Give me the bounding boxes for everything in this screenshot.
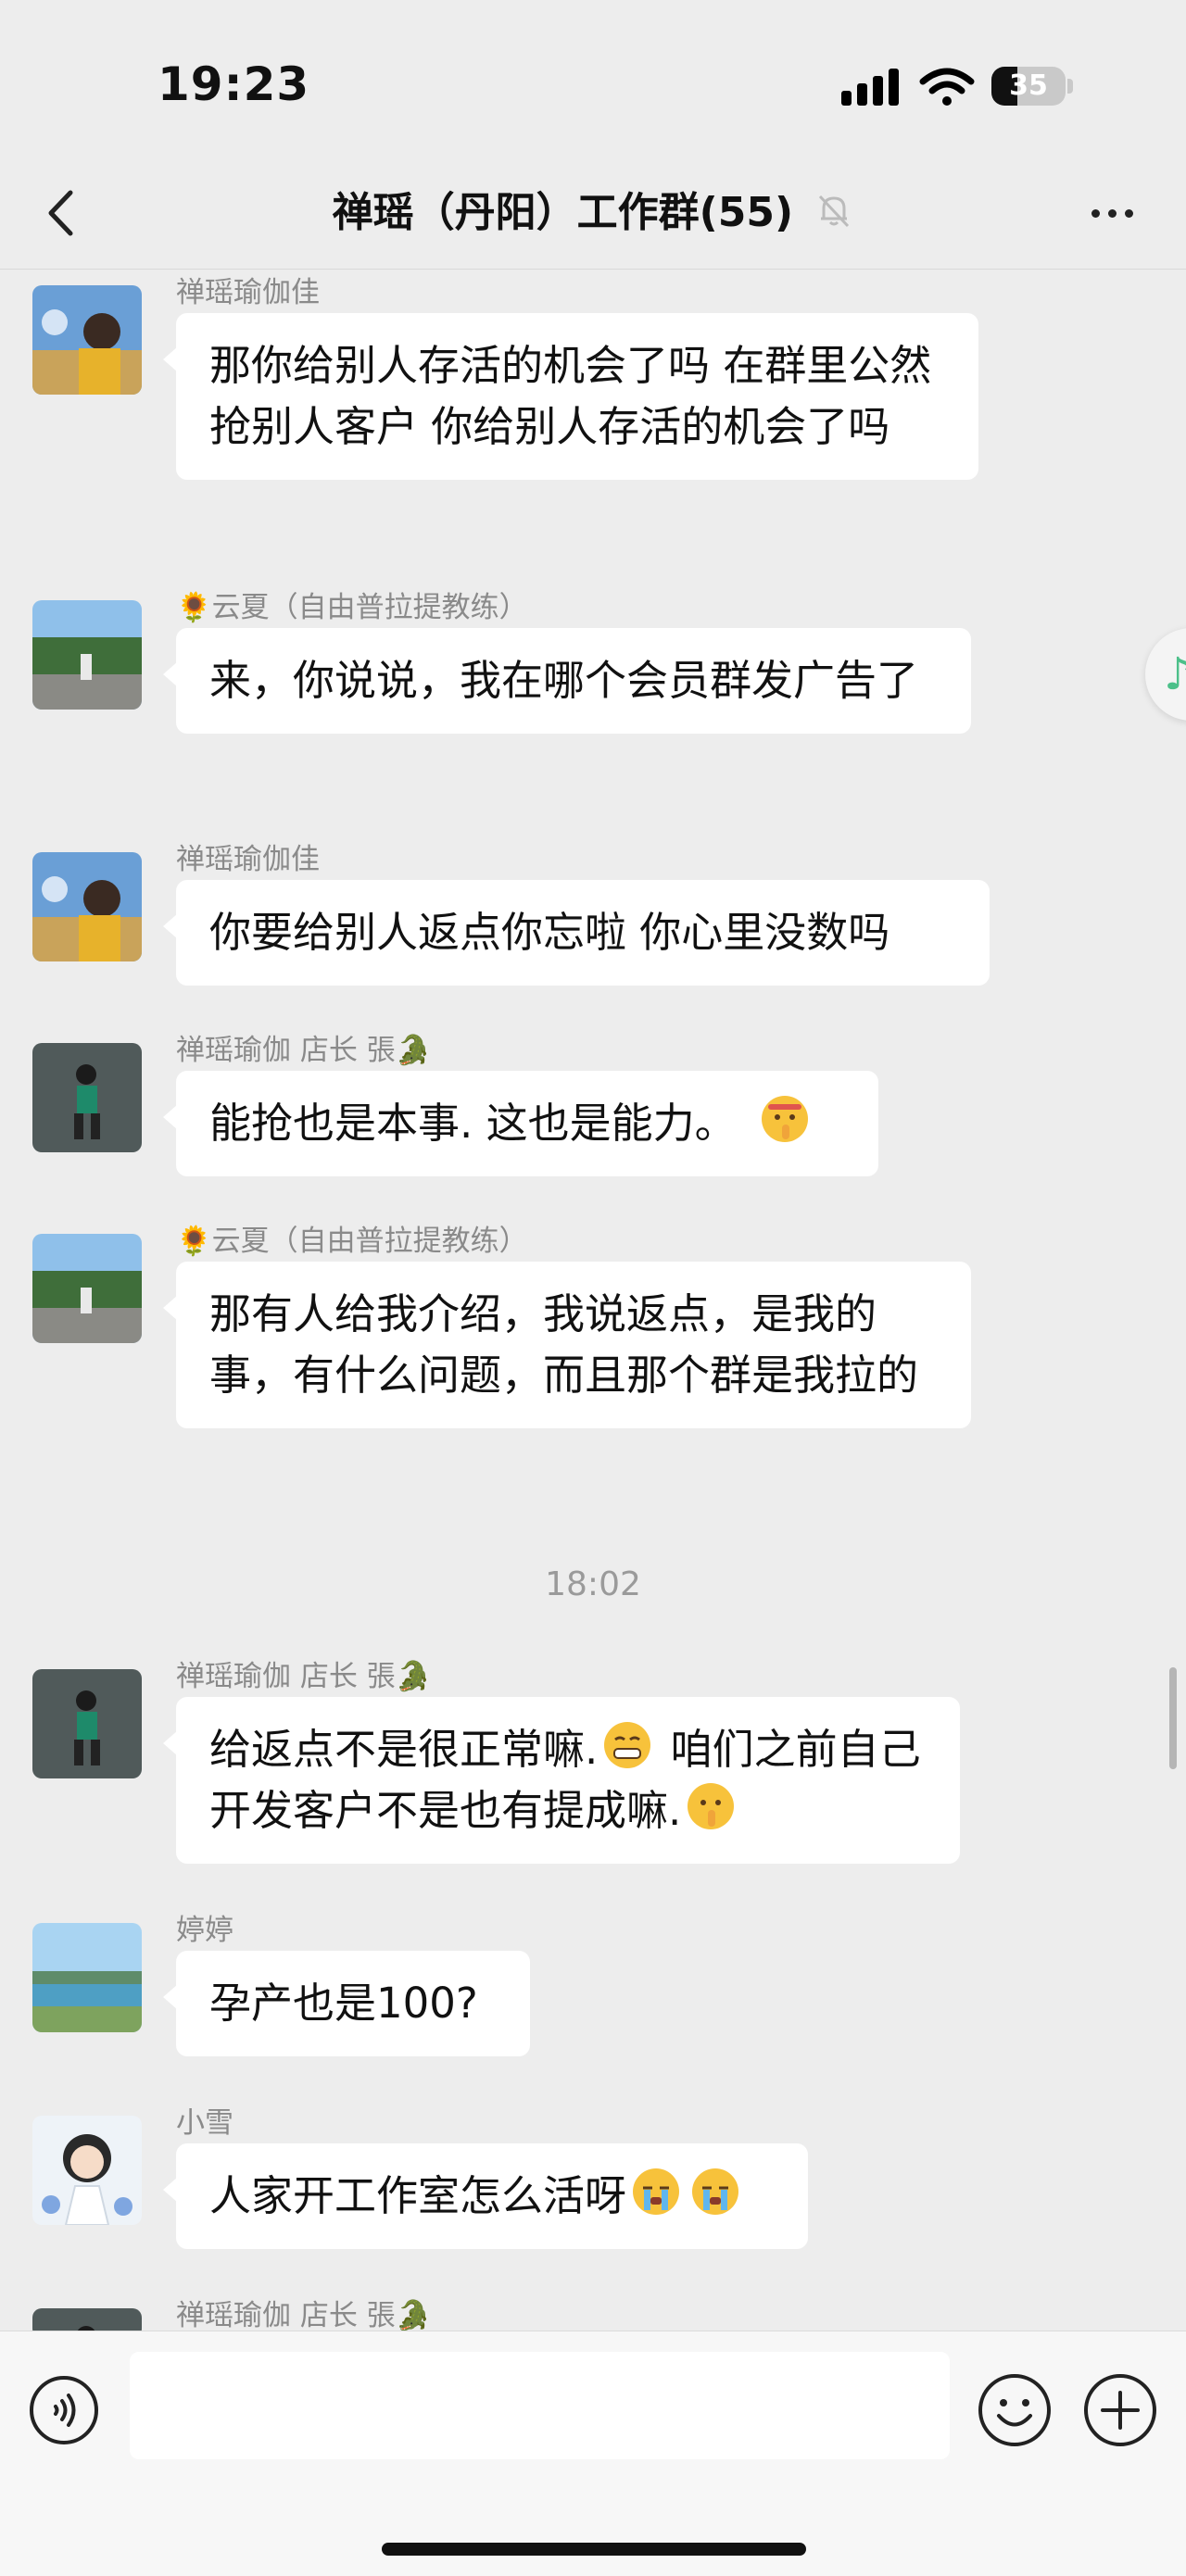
crying-face-icon xyxy=(633,2168,680,2215)
message-input[interactable] xyxy=(130,2352,950,2459)
avatar[interactable] xyxy=(32,600,142,710)
sender-name: 禅瑶瑜伽 店长 張🐊 xyxy=(176,1034,432,1067)
message-bubble[interactable]: 能抢也是本事. 这也是能力。 xyxy=(163,1071,878,1176)
status-time: 19:23 xyxy=(158,57,310,111)
chat-title: 禅瑶（丹阳）工作群(55) xyxy=(0,187,1186,239)
message-bubble[interactable]: 给返点不是很正常嘛. 咱们之前自己开发客户不是也有提成嘛. xyxy=(163,1697,960,1864)
message-text: 你要给别人返点你忘啦 你心里没数吗 xyxy=(209,908,890,957)
scrollbar-thumb[interactable] xyxy=(1169,1667,1177,1769)
status-bar: 19:23 35 xyxy=(0,0,1186,157)
music-note-icon: ♪ xyxy=(1164,648,1186,700)
sender-name: 🌻云夏（自由普拉提教练） xyxy=(176,591,528,624)
emoji-picker-button[interactable] xyxy=(977,2372,1053,2448)
message-text: 来，你说说，我在哪个会员群发广告了 xyxy=(209,656,919,705)
crying-face-icon xyxy=(692,2168,739,2215)
chat-screen: 19:23 35 禅瑶（丹阳）工作群(55) 禅瑶瑜伽佳 那你给别人存活的机会了… xyxy=(0,0,1186,2576)
message-bubble[interactable]: 你要给别人返点你忘啦 你心里没数吗 xyxy=(163,880,990,986)
time-divider: 18:02 xyxy=(545,1565,641,1603)
wifi-icon xyxy=(919,68,975,106)
message-text: 那你给别人存活的机会了吗 在群里公然抢别人客户 你给别人存活的机会了吗 xyxy=(209,341,932,451)
avatar[interactable] xyxy=(32,852,142,961)
message-text: 能抢也是本事. 这也是能力。 xyxy=(209,1099,737,1148)
voice-input-button[interactable] xyxy=(28,2374,100,2446)
shushing-face-icon xyxy=(761,1096,808,1142)
floating-music-button[interactable]: ♪ xyxy=(1145,628,1186,721)
battery-icon: 35 xyxy=(991,67,1073,106)
avatar[interactable] xyxy=(32,2116,142,2225)
sender-name: 🌻云夏（自由普拉提教练） xyxy=(176,1225,528,1258)
more-actions-button[interactable] xyxy=(1082,2372,1158,2448)
avatar[interactable] xyxy=(32,285,142,395)
input-bar xyxy=(0,2331,1186,2576)
message-bubble[interactable]: 那有人给我介绍，我说返点，是我的事，有什么问题，而且那个群是我拉的 xyxy=(163,1262,971,1428)
message-bubble[interactable]: 孕产也是100? xyxy=(163,1951,530,2056)
sender-name: 禅瑶瑜伽 店长 張🐊 xyxy=(176,1660,432,1693)
battery-level: 35 xyxy=(1009,69,1048,102)
message-bubble[interactable]: 那你给别人存活的机会了吗 在群里公然抢别人客户 你给别人存活的机会了吗 xyxy=(163,313,978,480)
avatar[interactable] xyxy=(32,1923,142,2032)
cellular-signal-icon xyxy=(841,69,901,106)
shushing-face-icon xyxy=(688,1783,735,1829)
home-indicator[interactable] xyxy=(382,2543,806,2556)
nav-bar: 禅瑶（丹阳）工作群(55) xyxy=(0,157,1186,270)
more-options-button[interactable] xyxy=(1075,185,1149,241)
mute-bell-icon xyxy=(819,195,850,228)
message-bubble[interactable]: 人家开工作室怎么活呀 xyxy=(163,2143,808,2249)
sender-name: 禅瑶瑜伽佳 xyxy=(176,843,320,876)
message-text: 人家开工作室怎么活呀 xyxy=(209,2171,627,2220)
message-text: 给返点不是很正常嘛. xyxy=(209,1725,599,1774)
sender-name: 禅瑶瑜伽 店长 張🐊 xyxy=(176,2299,432,2332)
message-text: 那有人给我介绍，我说返点，是我的事，有什么问题，而且那个群是我拉的 xyxy=(209,1289,919,1400)
avatar[interactable] xyxy=(32,1043,142,1152)
sender-name: 婷婷 xyxy=(176,1914,233,1947)
avatar[interactable] xyxy=(32,1234,142,1343)
chat-title-text: 禅瑶（丹阳）工作群(55) xyxy=(332,189,794,236)
sender-name: 小雪 xyxy=(176,2106,233,2140)
sender-name: 禅瑶瑜伽佳 xyxy=(176,276,320,309)
message-text: 孕产也是100? xyxy=(209,1979,478,2028)
avatar[interactable] xyxy=(32,1669,142,1778)
message-bubble[interactable]: 来，你说说，我在哪个会员群发广告了 xyxy=(163,628,971,734)
grimacing-face-icon xyxy=(604,1722,651,1768)
